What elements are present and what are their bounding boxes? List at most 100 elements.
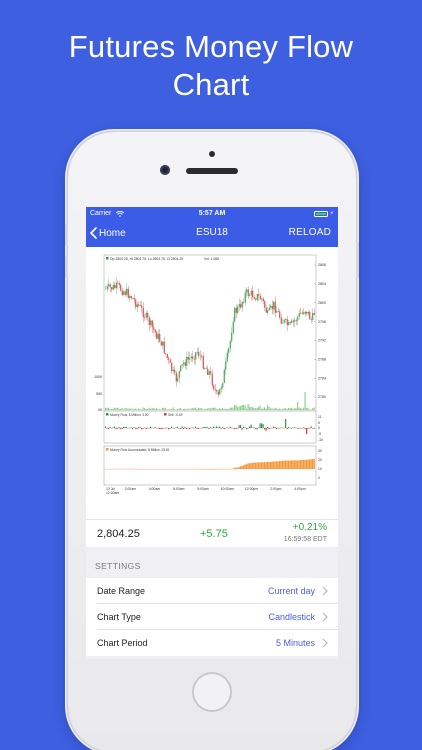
volume-bar [163, 407, 165, 410]
money-flow-bar [109, 426, 111, 428]
power-button [356, 242, 359, 278]
candle-body [223, 369, 225, 384]
price-tick-label: 2788 [318, 357, 326, 361]
candle-body [172, 369, 174, 372]
legend-swatch-accum [106, 448, 109, 451]
volume-bar [205, 408, 207, 410]
volume-bar [207, 408, 209, 410]
money-flow-bar [241, 428, 243, 430]
money-flow-bar [175, 427, 177, 428]
accum-bar [232, 468, 234, 469]
volume-bar [262, 408, 264, 410]
money-flow-bar [304, 428, 306, 429]
volume-bar [145, 409, 147, 410]
candle-body [270, 305, 272, 308]
volume-bar [261, 408, 263, 410]
time-tick-label: 2:00pm [270, 487, 281, 491]
volume-bar [114, 407, 116, 410]
candle-body [166, 353, 168, 359]
volume-bar [120, 408, 122, 410]
volume-bar [160, 409, 162, 410]
setting-row-chart-period[interactable]: Chart Period 5 Minutes [86, 630, 338, 656]
volume-bar [280, 409, 282, 410]
candle-body [210, 371, 212, 374]
candle-body [297, 316, 299, 321]
quote-summary: 2,804.25 +5.75 +0.21% 16:59:58 EDT [86, 519, 338, 547]
money-flow-bar [310, 426, 312, 428]
volume-bar [109, 409, 111, 410]
volume-bar [184, 408, 186, 410]
quote-timestamp: 16:59:58 EDT [283, 536, 327, 543]
candle-body [219, 389, 221, 395]
volume-bar [202, 409, 204, 410]
accum-bar [244, 464, 246, 469]
volume-bar [243, 404, 245, 410]
volume-bar [256, 407, 258, 410]
candle-body [252, 290, 254, 298]
setting-row-chart-type[interactable]: Chart Type Candlestick [86, 604, 338, 630]
candle-body [261, 298, 263, 300]
accum-bar [310, 459, 312, 469]
volume-up-button [65, 224, 68, 246]
candle-body [160, 341, 162, 346]
volume-bar [211, 407, 213, 410]
volume-bar [108, 407, 110, 410]
candle-body [228, 348, 230, 353]
money-flow-bar [294, 427, 296, 428]
headline: Futures Money Flow Chart [0, 28, 422, 104]
chart-area[interactable]: Op 2804.25, Hi 2804.75, Lo 2803.75, Cl 2… [86, 247, 338, 519]
money-flow-bar [220, 428, 222, 429]
volume-bar [277, 409, 279, 410]
candle-body [226, 352, 228, 362]
volume-bar [130, 408, 132, 410]
volume-bar [226, 409, 228, 410]
time-tick-label: 6:00am [173, 487, 184, 491]
volume-bar [106, 407, 108, 410]
candle-body [199, 355, 201, 357]
accum-bar [246, 464, 248, 469]
accum-bar [312, 459, 314, 469]
candle-body [216, 390, 218, 392]
money-flow-bar [141, 428, 143, 430]
time-tick-label: 2:00am [125, 487, 136, 491]
candle-body [237, 306, 239, 313]
reload-button[interactable]: RELOAD [289, 227, 331, 238]
candle-body [189, 358, 191, 360]
volume-bar [127, 408, 129, 410]
volume-bar [174, 409, 176, 410]
volume-down-button [65, 256, 68, 278]
candle-body [184, 362, 186, 366]
money-flow-tick-label: -10 [318, 438, 323, 442]
volume-bar [123, 409, 125, 410]
candle-body [114, 285, 116, 289]
money-flow-bar [303, 427, 305, 428]
accum-bar [307, 459, 309, 469]
accum-bar [253, 462, 255, 469]
volume-bar [220, 408, 222, 410]
price-panel [103, 254, 317, 412]
money-flow-bar [117, 428, 119, 429]
price-chart[interactable]: Op 2804.25, Hi 2804.75, Lo 2803.75, Cl 2… [86, 247, 338, 519]
volume-bar [313, 407, 315, 410]
candle-body [123, 291, 125, 295]
volume-bar [219, 408, 221, 410]
volume-bar [286, 409, 288, 410]
volume-info-text: Vol: 1,086 [204, 257, 219, 261]
accum-bar [283, 460, 285, 469]
money-flow-bar [238, 425, 240, 428]
time-tick-label: 4:00pm [294, 487, 305, 491]
volume-bar [193, 408, 195, 410]
candle-body [133, 298, 135, 300]
time-tick-label: 12:00am [106, 491, 119, 495]
money-flow-bar [160, 428, 162, 429]
candle-body [204, 368, 206, 369]
accum-bar [258, 462, 260, 469]
home-button[interactable] [192, 672, 232, 712]
price-tick-label: 2808 [318, 263, 326, 267]
volume-bar [118, 408, 120, 410]
volume-bar [121, 407, 123, 410]
volume-bar [288, 407, 290, 410]
money-flow-bar [229, 426, 231, 428]
candle-body [108, 284, 110, 287]
setting-row-date-range[interactable]: Date Range Current day [86, 578, 338, 604]
